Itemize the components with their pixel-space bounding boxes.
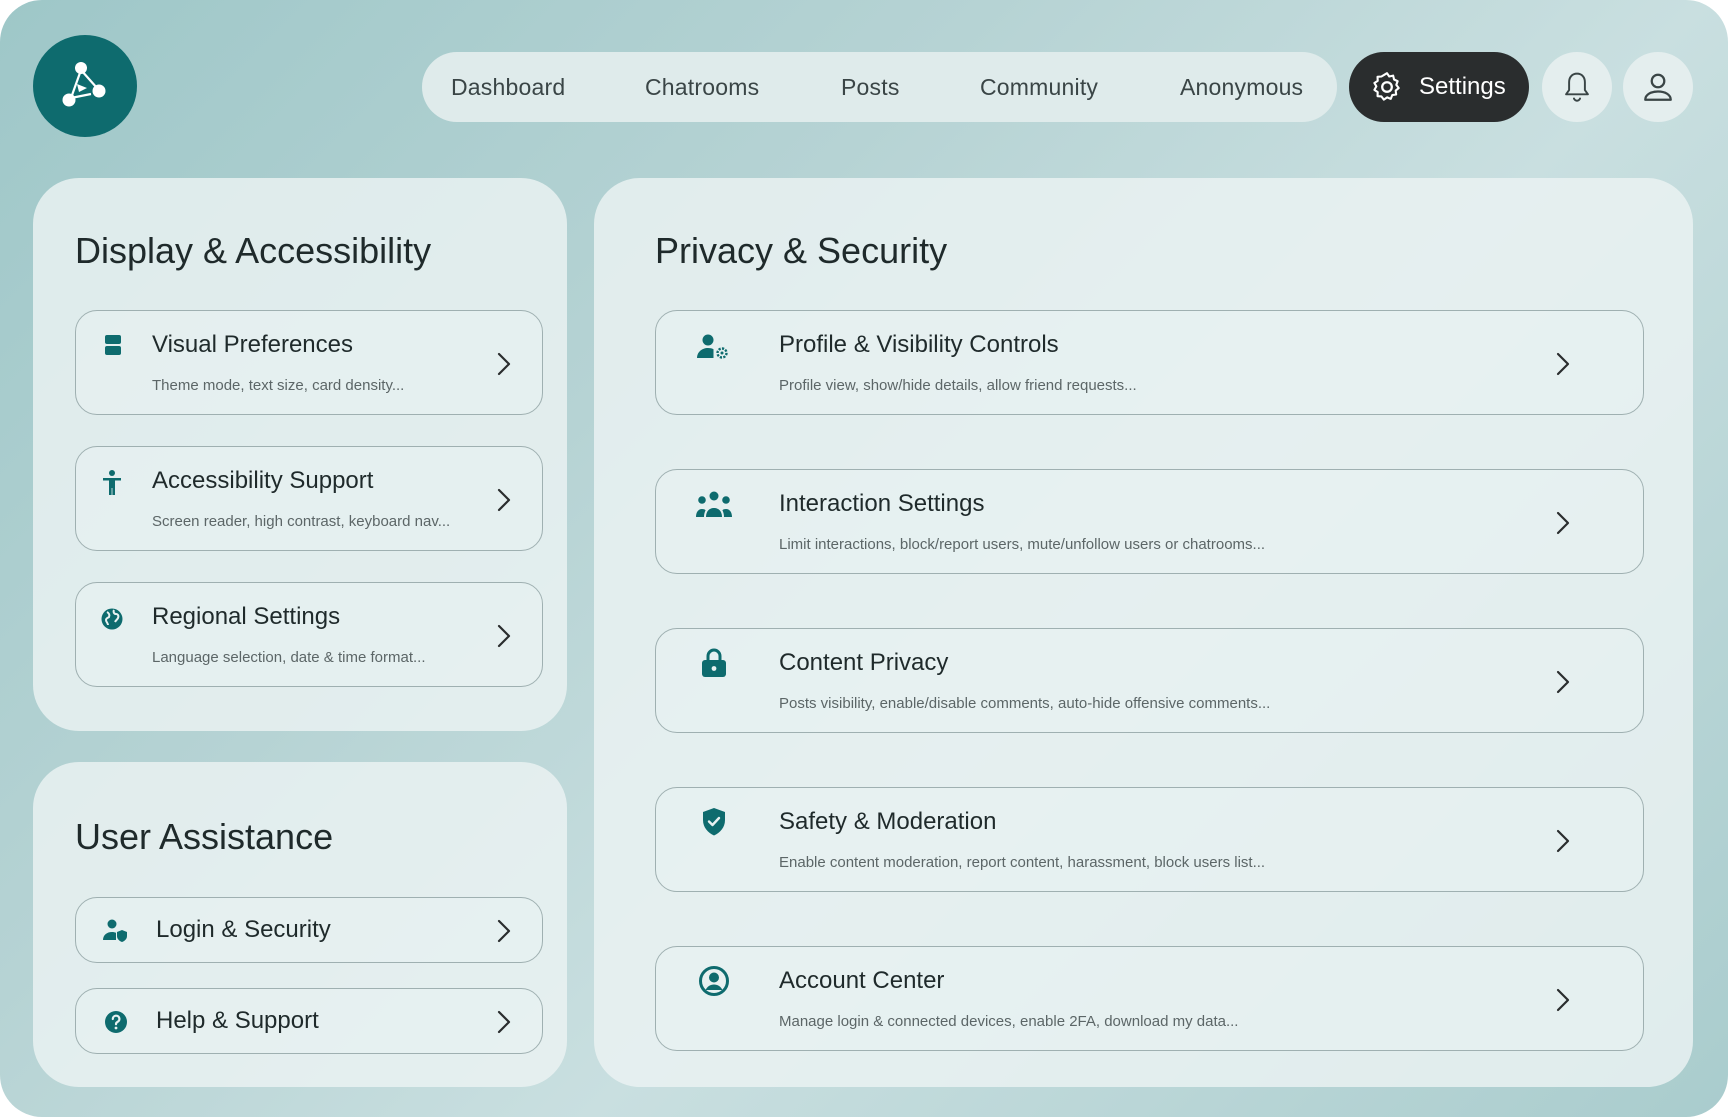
profile-visibility-card[interactable]: Profile & Visibility Controls Profile vi… (655, 310, 1644, 415)
chevron-right-icon (1556, 670, 1570, 694)
visual-preferences-desc: Theme mode, text size, card density... (152, 377, 405, 394)
nav-community[interactable]: Community (980, 74, 1098, 101)
display-accessibility-panel: Display & Accessibility Visual Preferenc… (33, 178, 567, 731)
display-panel-title: Display & Accessibility (75, 230, 432, 271)
logo-icon (62, 62, 106, 107)
help-support-title: Help & Support (156, 1007, 319, 1034)
top-nav: Dashboard Chatrooms Posts Community Anon… (422, 52, 1337, 122)
nav-chatrooms[interactable]: Chatrooms (645, 74, 759, 101)
group-icon (696, 491, 732, 517)
account-center-title: Account Center (779, 967, 945, 994)
login-security-card[interactable]: Login & Security (75, 897, 543, 963)
bell-icon (1565, 72, 1589, 102)
chevron-right-icon (497, 624, 511, 648)
chevron-right-icon (497, 352, 511, 376)
login-security-title: Login & Security (156, 916, 331, 943)
chevron-right-icon (1556, 352, 1570, 376)
content-privacy-desc: Posts visibility, enable/disable comment… (779, 695, 1271, 712)
safety-moderation-title: Safety & Moderation (779, 808, 997, 835)
accessibility-support-card[interactable]: Accessibility Support Screen reader, hig… (75, 446, 543, 551)
account-center-desc: Manage login & connected devices, enable… (779, 1013, 1239, 1030)
palette-icon (105, 335, 121, 355)
user-shield-icon (103, 919, 127, 942)
regional-settings-desc: Language selection, date & time format..… (152, 649, 426, 666)
profile-visibility-title: Profile & Visibility Controls (779, 331, 1059, 358)
profile-button[interactable] (1623, 52, 1693, 122)
chevron-right-icon (1556, 511, 1570, 535)
regional-settings-card[interactable]: Regional Settings Language selection, da… (75, 582, 543, 687)
user-assistance-panel: User Assistance Login & Security Help & … (33, 762, 567, 1087)
chevron-right-icon (1556, 988, 1570, 1012)
content-privacy-card[interactable]: Content Privacy Posts visibility, enable… (655, 628, 1644, 733)
account-circle-icon (699, 966, 729, 996)
accessibility-support-title: Accessibility Support (152, 467, 374, 494)
chevron-right-icon (497, 488, 511, 512)
globe-icon (101, 608, 123, 630)
chevron-right-icon (1556, 829, 1570, 853)
user-gear-icon (697, 334, 728, 359)
settings-button[interactable]: Settings (1349, 52, 1529, 122)
interaction-settings-card[interactable]: Interaction Settings Limit interactions,… (655, 469, 1644, 574)
account-center-card[interactable]: Account Center Manage login & connected … (655, 946, 1644, 1051)
accessibility-icon (103, 470, 121, 495)
profile-visibility-desc: Profile view, show/hide details, allow f… (779, 377, 1137, 394)
assistance-panel-title: User Assistance (75, 816, 334, 857)
gear-icon (1373, 72, 1400, 101)
nav-anonymous[interactable]: Anonymous (1180, 74, 1303, 101)
help-support-card[interactable]: Help & Support (75, 988, 543, 1054)
lock-icon (702, 648, 726, 677)
visual-preferences-card[interactable]: Visual Preferences Theme mode, text size… (75, 310, 543, 415)
notifications-button[interactable] (1542, 52, 1612, 122)
content-privacy-title: Content Privacy (779, 649, 949, 676)
privacy-security-panel: Privacy & Security Profile & Visibility … (594, 178, 1693, 1087)
regional-settings-title: Regional Settings (152, 603, 341, 630)
accessibility-support-desc: Screen reader, high contrast, keyboard n… (152, 513, 451, 530)
settings-label: Settings (1419, 73, 1506, 100)
safety-moderation-desc: Enable content moderation, report conten… (779, 854, 1266, 871)
interaction-settings-desc: Limit interactions, block/report users, … (779, 536, 1266, 553)
chevron-right-icon (497, 919, 511, 943)
safety-moderation-card[interactable]: Safety & Moderation Enable content moder… (655, 787, 1644, 892)
visual-preferences-title: Visual Preferences (152, 331, 353, 358)
privacy-panel-title: Privacy & Security (655, 230, 948, 271)
shield-check-icon (703, 808, 725, 836)
chevron-right-icon (497, 1010, 511, 1034)
app-logo[interactable] (33, 35, 137, 137)
app-window: Dashboard Chatrooms Posts Community Anon… (0, 0, 1728, 1117)
interaction-settings-title: Interaction Settings (779, 490, 985, 517)
nav-posts[interactable]: Posts (841, 74, 900, 101)
user-icon (1644, 73, 1672, 101)
nav-dashboard[interactable]: Dashboard (451, 74, 565, 101)
help-icon (105, 1011, 127, 1033)
